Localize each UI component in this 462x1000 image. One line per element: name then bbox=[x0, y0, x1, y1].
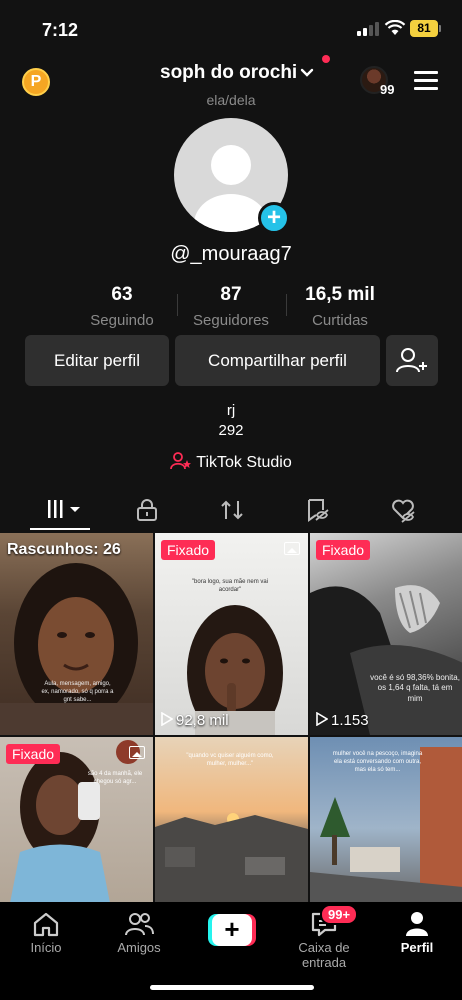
stat-following[interactable]: 63 Seguindo bbox=[67, 284, 177, 329]
nav-label: Início bbox=[30, 940, 62, 955]
stat-value: 87 bbox=[220, 284, 242, 305]
wifi-icon bbox=[384, 20, 406, 35]
add-user-icon bbox=[396, 348, 427, 373]
photo-icon bbox=[129, 746, 145, 759]
video-thumbnail[interactable]: mulher você na pescoço, imagina ela está… bbox=[310, 737, 462, 903]
menu-icon[interactable] bbox=[414, 71, 438, 91]
tab-liked[interactable] bbox=[372, 488, 432, 532]
plus-icon: + bbox=[212, 914, 252, 946]
tab-reposts[interactable] bbox=[201, 488, 261, 532]
stat-followers[interactable]: 87 Seguidores bbox=[176, 284, 286, 329]
thumbnail-art bbox=[0, 563, 153, 735]
video-caption: você é só 98,36% bonita, os 1,64 q falta… bbox=[370, 673, 460, 703]
nav-home[interactable]: Início bbox=[1, 910, 91, 955]
status-bar: 7:12 81 bbox=[0, 0, 462, 52]
video-thumbnail[interactable]: Fixado você é só 98,36% bonita, os 1,64 … bbox=[310, 533, 462, 735]
video-caption: Aula, mensagem, amigo, ex, namorado, só … bbox=[41, 681, 114, 703]
photo-icon bbox=[284, 542, 300, 555]
tab-active-indicator bbox=[30, 528, 90, 530]
profile-icon bbox=[406, 912, 428, 936]
tab-private[interactable] bbox=[116, 488, 176, 532]
grid-icon bbox=[48, 500, 80, 518]
bookmark-hidden-icon bbox=[308, 499, 329, 522]
video-caption: "quando vc quiser alguém como, mulher, m… bbox=[186, 753, 274, 767]
profile-handle: @_mouraag7 bbox=[170, 243, 292, 265]
video-caption: mulher você na pescoço, imagina ela está… bbox=[332, 751, 423, 773]
create-button[interactable]: + bbox=[208, 914, 256, 946]
username-label: soph do orochi bbox=[160, 62, 298, 83]
nav-label: Amigos bbox=[117, 940, 161, 955]
edit-profile-button[interactable]: Editar perfil bbox=[25, 335, 169, 386]
studio-label: TikTok Studio bbox=[196, 454, 292, 471]
repost-icon bbox=[221, 500, 243, 520]
add-photo-button[interactable]: + bbox=[258, 202, 290, 234]
studio-person-icon bbox=[170, 452, 192, 470]
friends-icon bbox=[125, 913, 154, 936]
lock-icon bbox=[137, 499, 157, 521]
pinned-badge: Fixado bbox=[161, 540, 216, 560]
video-thumbnail[interactable]: Fixado são 4 da manhã, ele chegou só agr… bbox=[0, 737, 153, 903]
view-count: 1.153 bbox=[316, 711, 369, 729]
stat-value: 63 bbox=[111, 284, 133, 305]
bio-line: 292 bbox=[218, 422, 244, 439]
tab-videos[interactable] bbox=[30, 488, 90, 532]
tab-saved[interactable] bbox=[286, 488, 346, 532]
home-icon bbox=[33, 912, 59, 937]
pinned-badge: Fixado bbox=[6, 744, 61, 764]
thumbnail-art bbox=[187, 605, 283, 735]
nav-friends[interactable]: Amigos bbox=[94, 910, 184, 955]
view-count: 92,8 mil bbox=[161, 711, 229, 729]
inbox-badge: 99+ bbox=[320, 904, 359, 925]
chevron-down-icon bbox=[301, 68, 314, 77]
stat-likes[interactable]: 16,5 mil Curtidas bbox=[285, 284, 395, 329]
video-thumbnail[interactable]: Fixado "bora logo, sua mãe nem vai acord… bbox=[155, 533, 308, 735]
drafts-label: Rascunhos: 26 bbox=[7, 541, 121, 558]
story-count: 99 bbox=[380, 82, 395, 97]
tiktok-studio-link[interactable]: TikTok Studio bbox=[0, 452, 462, 472]
stat-value: 16,5 mil bbox=[305, 284, 375, 305]
share-profile-button[interactable]: Compartilhar perfil bbox=[175, 335, 380, 386]
video-caption: são 4 da manhã, ele chegou só agr... bbox=[87, 771, 143, 785]
play-icon bbox=[316, 711, 329, 727]
stat-label: Seguidores bbox=[193, 312, 269, 329]
nav-label: Caixa de entrada bbox=[298, 940, 350, 970]
nav-label: Perfil bbox=[400, 940, 434, 955]
pinned-badge: Fixado bbox=[316, 540, 371, 560]
home-indicator bbox=[150, 985, 314, 990]
add-friend-button[interactable] bbox=[386, 335, 438, 386]
heart-hidden-icon bbox=[392, 499, 415, 523]
account-switcher[interactable]: soph do orochi bbox=[160, 62, 314, 84]
play-icon bbox=[161, 711, 174, 727]
signal-icon bbox=[357, 22, 379, 36]
video-caption: "bora logo, sua mãe nem vai acordar" bbox=[191, 579, 269, 593]
video-thumbnail-drafts[interactable]: Rascunhos: 26 Aula, mensagem, amigo, ex,… bbox=[0, 533, 153, 735]
nav-profile[interactable]: Perfil bbox=[372, 910, 462, 955]
profile-tabs bbox=[0, 488, 462, 532]
video-thumbnail[interactable]: "quando vc quiser alguém como, mulher, m… bbox=[155, 737, 308, 903]
status-time: 7:12 bbox=[42, 20, 79, 40]
view-count-value: 92,8 mil bbox=[176, 712, 229, 729]
stat-label: Seguindo bbox=[90, 312, 154, 329]
bio-line: rj bbox=[226, 402, 236, 419]
notification-dot bbox=[322, 55, 330, 63]
battery-icon: 81 bbox=[410, 20, 441, 37]
stat-label: Curtidas bbox=[312, 312, 368, 329]
view-count-value: 1.153 bbox=[331, 712, 369, 729]
thumbnail-art bbox=[310, 585, 462, 735]
